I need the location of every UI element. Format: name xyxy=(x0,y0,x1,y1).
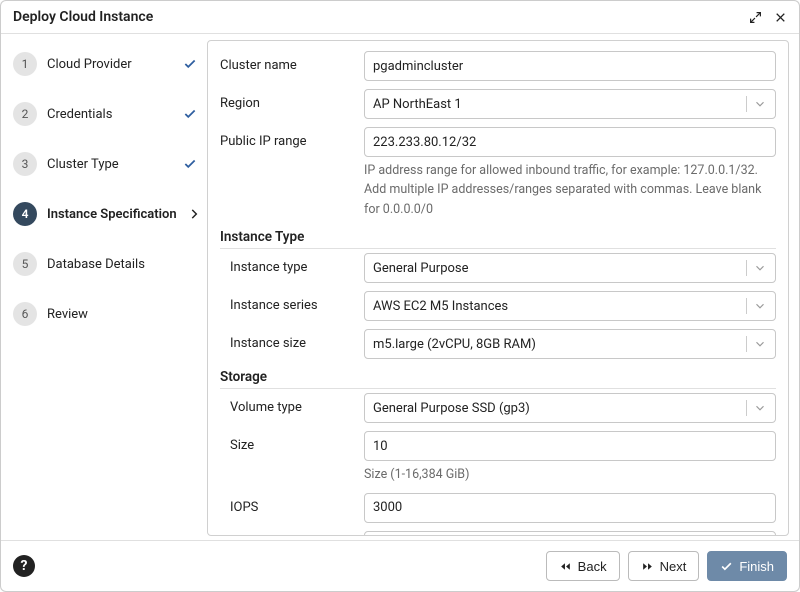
step-label: Instance Specification xyxy=(47,207,177,222)
checkmark-icon xyxy=(183,107,197,121)
step-number: 3 xyxy=(13,152,37,176)
dialog-titlebar: Deploy Cloud Instance xyxy=(1,1,799,34)
volume-type-label: Volume type xyxy=(220,393,358,415)
step-label: Database Details xyxy=(47,257,197,272)
cluster-name-label: Cluster name xyxy=(220,51,358,73)
checkmark-icon xyxy=(720,560,733,573)
expand-icon[interactable] xyxy=(749,11,762,24)
help-icon[interactable]: ? xyxy=(13,555,35,577)
step-cluster-type[interactable]: 3 Cluster Type xyxy=(11,146,199,182)
instance-type-label: Instance type xyxy=(220,253,358,275)
step-label: Review xyxy=(47,307,197,322)
instance-size-select[interactable]: m5.large (2vCPU, 8GB RAM) xyxy=(364,329,776,359)
region-label: Region xyxy=(220,89,358,111)
finish-button[interactable]: Finish xyxy=(707,551,787,581)
forward-icon xyxy=(641,560,654,573)
step-review[interactable]: 6 Review xyxy=(11,296,199,332)
deploy-cloud-instance-dialog: Deploy Cloud Instance 1 Cloud Provider 2… xyxy=(0,0,800,592)
iops-label: IOPS xyxy=(220,493,358,515)
instance-size-label: Instance size xyxy=(220,329,358,351)
step-instance-specification[interactable]: 4 Instance Specification xyxy=(11,196,199,232)
close-icon[interactable] xyxy=(774,11,787,24)
step-label: Cloud Provider xyxy=(47,57,173,72)
chevron-down-icon xyxy=(746,96,767,112)
region-select[interactable]: AP NorthEast 1 xyxy=(364,89,776,119)
wizard-steps: 1 Cloud Provider 2 Credentials 3 Cluster… xyxy=(11,40,199,536)
instance-series-select[interactable]: AWS EC2 M5 Instances xyxy=(364,291,776,321)
chevron-down-icon xyxy=(746,336,767,352)
public-ip-hint: IP address range for allowed inbound tra… xyxy=(364,161,776,219)
dialog-title: Deploy Cloud Instance xyxy=(13,9,153,25)
step-number: 5 xyxy=(13,252,37,276)
instance-type-select[interactable]: General Purpose xyxy=(364,253,776,283)
volume-type-select[interactable]: General Purpose SSD (gp3) xyxy=(364,393,776,423)
public-ip-input[interactable]: 223.233.80.12/32 xyxy=(364,127,776,157)
disk-throughput-label: Disk throughput xyxy=(220,531,358,537)
step-cloud-provider[interactable]: 1 Cloud Provider xyxy=(11,46,199,82)
next-button[interactable]: Next xyxy=(628,551,700,581)
step-number: 4 xyxy=(13,202,37,226)
public-ip-label: Public IP range xyxy=(220,127,358,149)
step-label: Credentials xyxy=(47,107,173,122)
size-input[interactable]: 10 xyxy=(364,431,776,461)
iops-input[interactable]: 3000 xyxy=(364,493,776,523)
cluster-name-input[interactable]: pgadmincluster xyxy=(364,51,776,81)
step-number: 6 xyxy=(13,302,37,326)
storage-section: Storage xyxy=(220,369,776,389)
chevron-down-icon xyxy=(746,260,767,276)
instance-series-label: Instance series xyxy=(220,291,358,313)
chevron-down-icon xyxy=(746,400,767,416)
form-panel: Cluster name pgadmincluster Region AP No… xyxy=(207,40,789,536)
chevron-down-icon xyxy=(746,298,767,314)
back-button[interactable]: Back xyxy=(546,551,620,581)
size-label: Size xyxy=(220,431,358,453)
dialog-footer: ? Back Next Finish xyxy=(1,540,799,591)
rewind-icon xyxy=(559,560,572,573)
instance-type-section: Instance Type xyxy=(220,229,776,249)
checkmark-icon xyxy=(183,57,197,71)
step-label: Cluster Type xyxy=(47,157,173,172)
checkmark-icon xyxy=(183,157,197,171)
step-credentials[interactable]: 2 Credentials xyxy=(11,96,199,132)
size-hint: Size (1-16,384 GiB) xyxy=(364,465,776,484)
step-number: 2 xyxy=(13,102,37,126)
disk-throughput-input[interactable]: 125 xyxy=(364,531,776,537)
step-number: 1 xyxy=(13,52,37,76)
step-database-details[interactable]: 5 Database Details xyxy=(11,246,199,282)
chevron-right-icon xyxy=(187,207,201,221)
